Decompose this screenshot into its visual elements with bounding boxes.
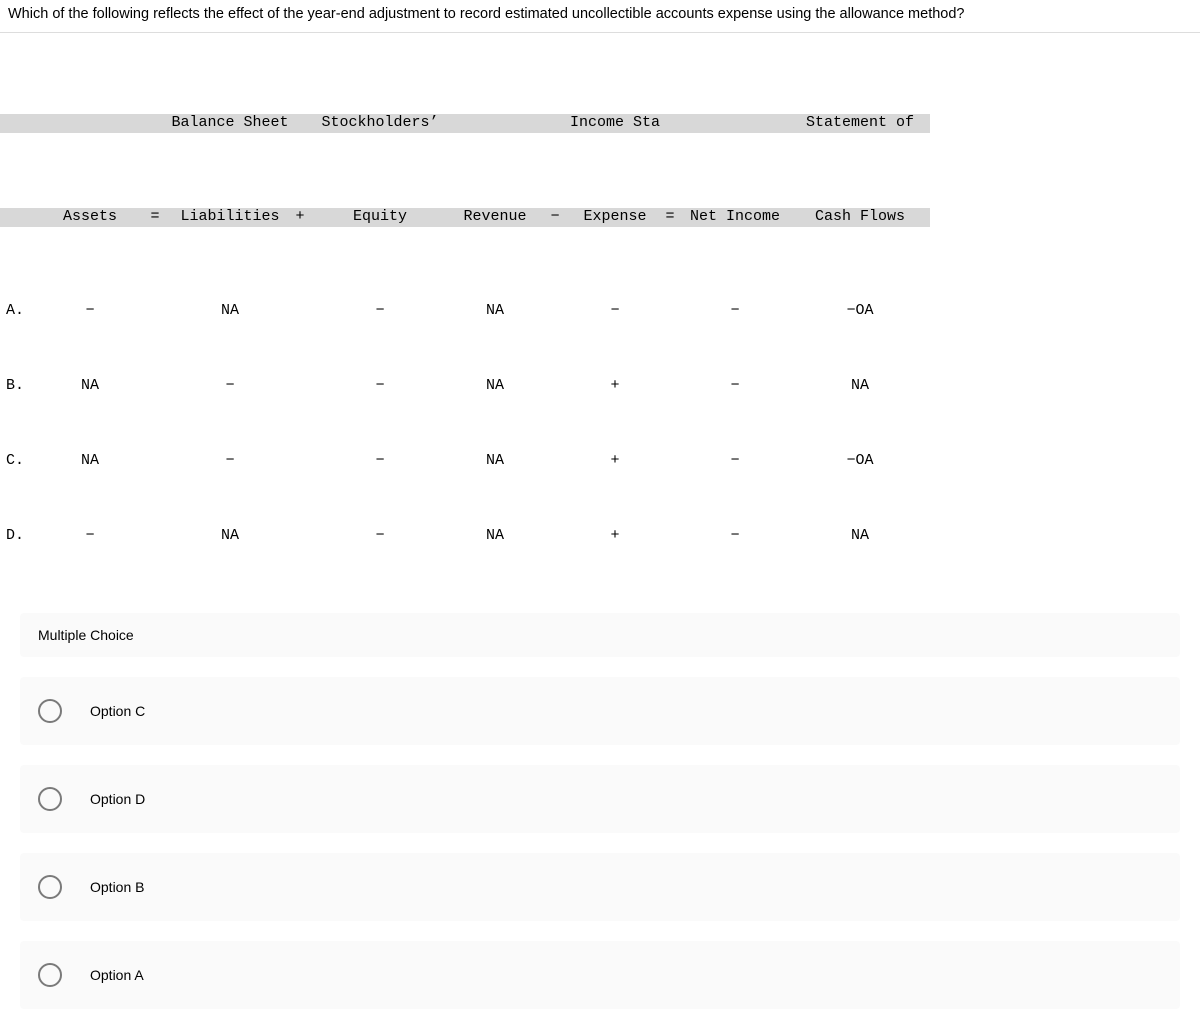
cell-exp: + <box>570 452 660 471</box>
cell-ni: − <box>680 377 790 396</box>
cell-exp: − <box>570 302 660 321</box>
multiple-choice-block: Multiple Choice Option C Option D Option… <box>20 613 1180 1009</box>
equity-header-line1: Stockholders’ <box>310 114 450 133</box>
option-label: Option C <box>90 703 145 719</box>
cell-cf: −OA <box>790 452 930 471</box>
table-row: A. − NA − NA − − −OA <box>0 302 1200 321</box>
cell-cf: −OA <box>790 302 930 321</box>
table-row: B. NA − − NA + − NA <box>0 377 1200 396</box>
cell-exp: + <box>570 527 660 546</box>
section-header-row: Balance Sheet Stockholders’ Income State… <box>0 114 1200 133</box>
cell-assets: − <box>40 302 140 321</box>
cell-rev: NA <box>450 452 540 471</box>
column-header-row: Assets = Liabilities + Equity Revenue − … <box>0 208 1200 227</box>
col-net-income: Net Income <box>680 208 790 227</box>
col-plus: + <box>290 208 310 227</box>
cell-liab: NA <box>170 527 290 546</box>
cashflows-header-line1: Statement of <box>790 114 930 133</box>
option-a[interactable]: Option A <box>20 941 1180 1009</box>
cell-ni: − <box>680 452 790 471</box>
cell-equity: − <box>310 452 450 471</box>
option-c[interactable]: Option C <box>20 677 1180 745</box>
col-equity: Equity <box>310 208 450 227</box>
table-row: C. NA − − NA + − −OA <box>0 452 1200 471</box>
col-liabilities: Liabilities <box>170 208 290 227</box>
table-row: D. − NA − NA + − NA <box>0 527 1200 546</box>
radio-icon[interactable] <box>38 699 62 723</box>
cell-cf: NA <box>790 527 930 546</box>
option-b[interactable]: Option B <box>20 853 1180 921</box>
option-label: Option D <box>90 791 145 807</box>
col-eq: = <box>140 208 170 227</box>
effects-table: Balance Sheet Stockholders’ Income State… <box>0 39 1200 583</box>
col-assets: Assets <box>40 208 140 227</box>
question-text: Which of the following reflects the effe… <box>0 0 1200 33</box>
row-label: C. <box>0 452 40 471</box>
col-eq2: = <box>660 208 680 227</box>
cell-ni: − <box>680 302 790 321</box>
option-label: Option A <box>90 967 144 983</box>
mc-title: Multiple Choice <box>20 613 1180 657</box>
option-d[interactable]: Option D <box>20 765 1180 833</box>
col-cash-flows: Cash Flows <box>790 208 930 227</box>
cell-equity: − <box>310 302 450 321</box>
balance-sheet-header: Balance Sheet <box>170 114 290 133</box>
cell-equity: − <box>310 377 450 396</box>
col-expense: Expense <box>570 208 660 227</box>
cell-assets: − <box>40 527 140 546</box>
col-revenue: Revenue <box>450 208 540 227</box>
row-label: D. <box>0 527 40 546</box>
cell-cf: NA <box>790 377 930 396</box>
col-minus: − <box>540 208 570 227</box>
cell-exp: + <box>570 377 660 396</box>
cell-rev: NA <box>450 302 540 321</box>
cell-liab: − <box>170 452 290 471</box>
row-label: A. <box>0 302 40 321</box>
option-label: Option B <box>90 879 144 895</box>
radio-icon[interactable] <box>38 963 62 987</box>
cell-liab: NA <box>170 302 290 321</box>
income-statement-header: Income Statement <box>570 114 660 133</box>
cell-assets: NA <box>40 452 140 471</box>
cell-assets: NA <box>40 377 140 396</box>
radio-icon[interactable] <box>38 875 62 899</box>
cell-rev: NA <box>450 527 540 546</box>
cell-equity: − <box>310 527 450 546</box>
cell-liab: − <box>170 377 290 396</box>
row-label: B. <box>0 377 40 396</box>
radio-icon[interactable] <box>38 787 62 811</box>
cell-ni: − <box>680 527 790 546</box>
cell-rev: NA <box>450 377 540 396</box>
